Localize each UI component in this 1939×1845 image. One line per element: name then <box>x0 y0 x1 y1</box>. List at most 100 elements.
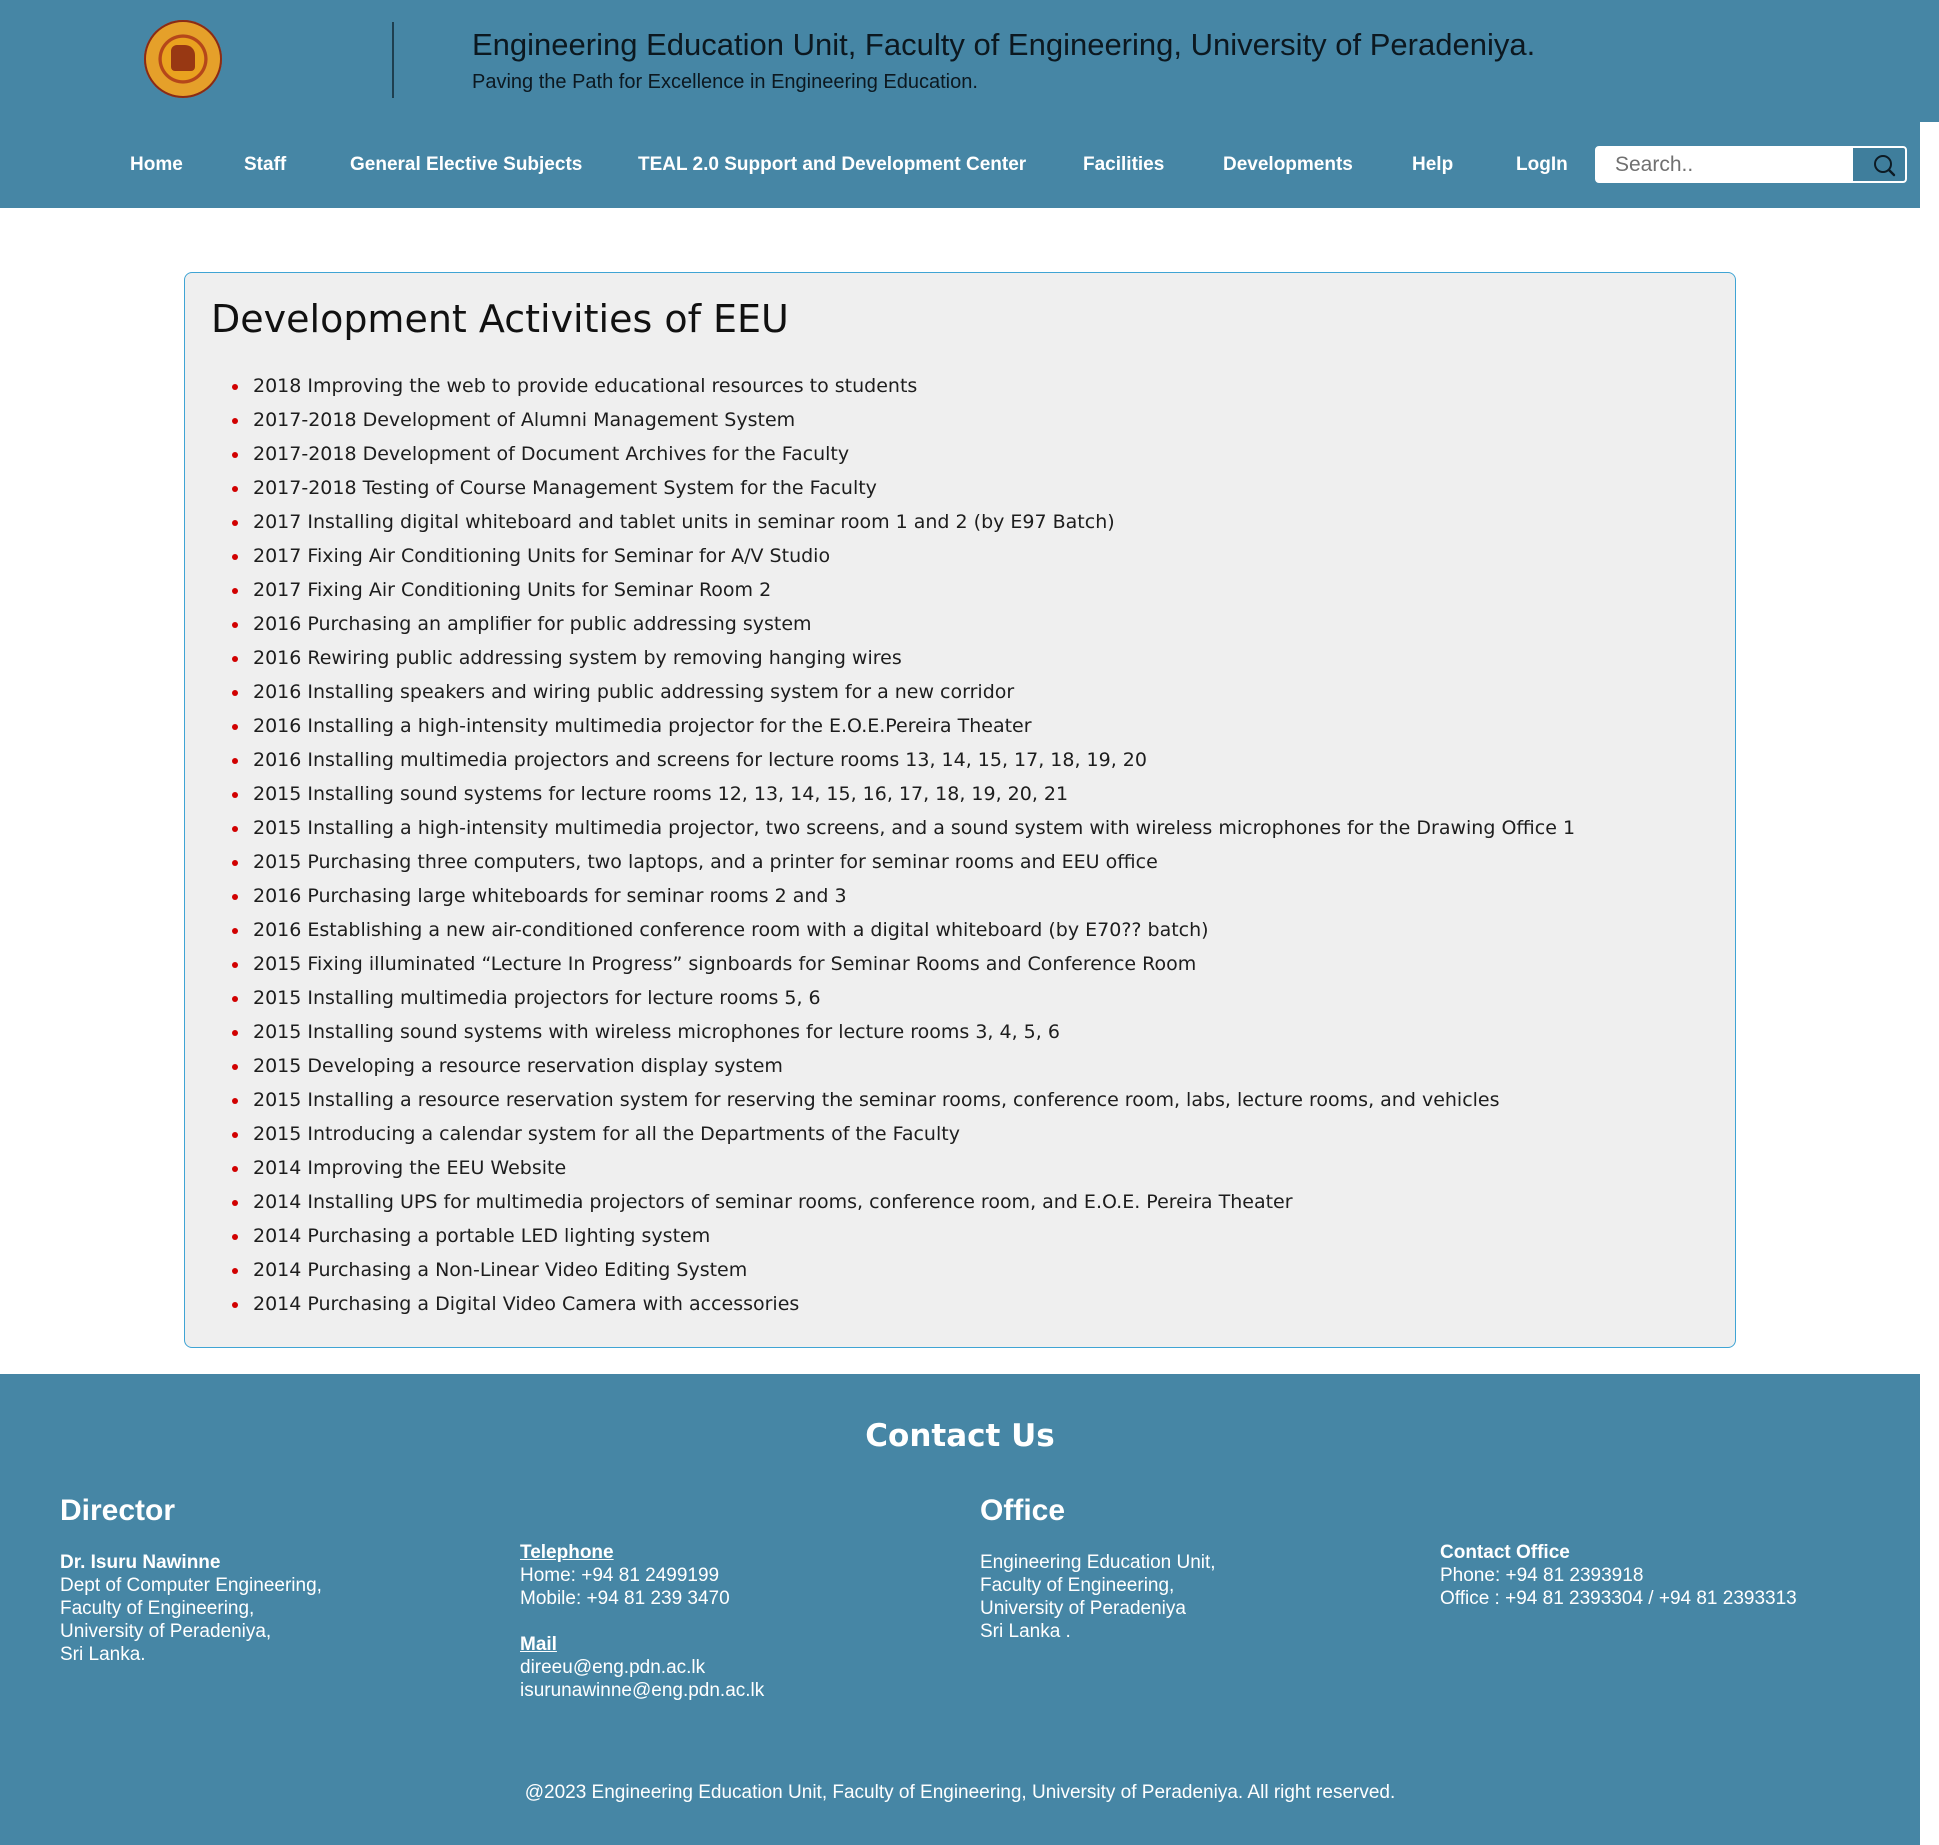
bullet-icon <box>232 588 238 594</box>
activity-list-item: 2014 Purchasing a Digital Video Camera w… <box>211 1287 1575 1321</box>
header-edge-strip <box>1920 0 1939 122</box>
activity-list-item: 2016 Purchasing an amplifier for public … <box>211 607 1575 641</box>
activity-text: 2015 Fixing illuminated “Lecture In Prog… <box>253 953 1197 975</box>
telephone-label: Telephone <box>520 1542 614 1563</box>
activity-text: 2014 Improving the EEU Website <box>253 1157 567 1179</box>
bullet-icon <box>232 690 238 696</box>
activity-list-item: 2016 Purchasing large whiteboards for se… <box>211 879 1575 913</box>
site-title: Engineering Education Unit, Faculty of E… <box>472 27 1536 62</box>
activity-text: 2016 Purchasing large whiteboards for se… <box>253 885 847 907</box>
activity-list-item: 2015 Installing sound systems with wirel… <box>211 1015 1575 1049</box>
site-footer: Contact Us Director Dr. Isuru Nawinne De… <box>0 1374 1920 1845</box>
copyright-notice: @2023 Engineering Education Unit, Facult… <box>524 1782 1396 1803</box>
search-box <box>1595 146 1907 183</box>
activity-text: 2016 Installing multimedia projectors an… <box>253 749 1147 771</box>
activity-text: 2014 Purchasing a Digital Video Camera w… <box>253 1293 800 1315</box>
header-divider <box>392 22 394 98</box>
bullet-icon <box>232 622 238 628</box>
activity-list-item: 2014 Improving the EEU Website <box>211 1151 1575 1185</box>
activity-text: 2017 Fixing Air Conditioning Units for S… <box>253 545 831 567</box>
activity-text: 2017-2018 Development of Alumni Manageme… <box>253 409 796 431</box>
activity-list-item: 2017 Installing digital whiteboard and t… <box>211 505 1575 539</box>
bullet-icon <box>232 826 238 832</box>
activity-text: 2016 Purchasing an amplifier for public … <box>253 613 812 635</box>
search-button[interactable] <box>1853 148 1905 181</box>
page-title: Development Activities of EEU <box>211 297 789 341</box>
director-address-line: Dept of Computer Engineering, <box>60 1575 322 1596</box>
bullet-icon <box>232 1302 238 1308</box>
activity-list-item: 2015 Installing multimedia projectors fo… <box>211 981 1575 1015</box>
bullet-icon <box>232 384 238 390</box>
bullet-icon <box>232 1234 238 1240</box>
bullet-icon <box>232 520 238 526</box>
site-tagline: Paving the Path for Excellence in Engine… <box>472 71 978 93</box>
activity-list-item: 2016 Installing a high-intensity multime… <box>211 709 1575 743</box>
activity-text: 2015 Introducing a calendar system for a… <box>253 1123 960 1145</box>
bullet-icon <box>232 1200 238 1206</box>
nav-item-staff[interactable]: Staff <box>244 154 286 176</box>
activity-text: 2018 Improving the web to provide educat… <box>253 375 918 397</box>
nav-item-login[interactable]: LogIn <box>1516 154 1568 176</box>
director-address-line: University of Peradeniya, <box>60 1621 272 1642</box>
activity-list-item: 2018 Improving the web to provide educat… <box>211 369 1575 403</box>
bullet-icon <box>232 656 238 662</box>
nav-item-facilities[interactable]: Facilities <box>1083 154 1164 176</box>
bullet-icon <box>232 860 238 866</box>
activity-list-item: 2017-2018 Development of Document Archiv… <box>211 437 1575 471</box>
bullet-icon <box>232 452 238 458</box>
activity-text: 2016 Establishing a new air-conditioned … <box>253 919 1209 941</box>
activity-text: 2015 Installing sound systems for lectur… <box>253 783 1069 805</box>
activity-text: 2016 Installing a high-intensity multime… <box>253 715 1032 737</box>
activity-list-item: 2014 Purchasing a portable LED lighting … <box>211 1219 1575 1253</box>
bullet-icon <box>232 1030 238 1036</box>
activity-list: 2018 Improving the web to provide educat… <box>211 369 1575 1321</box>
bullet-icon <box>232 554 238 560</box>
director-home-phone: Home: +94 81 2499199 <box>520 1565 720 1586</box>
nav-item-help[interactable]: Help <box>1412 154 1453 176</box>
activity-list-item: 2017 Fixing Air Conditioning Units for S… <box>211 539 1575 573</box>
activity-list-item: 2014 Installing UPS for multimedia proje… <box>211 1185 1575 1219</box>
bullet-icon <box>232 1064 238 1070</box>
activity-text: 2017-2018 Development of Document Archiv… <box>253 443 850 465</box>
bullet-icon <box>232 894 238 900</box>
activity-list-item: 2015 Fixing illuminated “Lecture In Prog… <box>211 947 1575 981</box>
bullet-icon <box>232 1268 238 1274</box>
search-input[interactable] <box>1597 148 1852 181</box>
site-header: Engineering Education Unit, Faculty of E… <box>0 0 1920 208</box>
office-address-line: Engineering Education Unit, <box>980 1552 1216 1573</box>
activity-list-item: 2016 Rewiring public addressing system b… <box>211 641 1575 675</box>
office-address-line: University of Peradeniya <box>980 1598 1186 1619</box>
crest-emblem-icon <box>171 45 195 71</box>
university-logo[interactable] <box>144 20 222 98</box>
director-mobile-phone: Mobile: +94 81 239 3470 <box>520 1588 730 1609</box>
bullet-icon <box>232 418 238 424</box>
director-address-line: Sri Lanka. <box>60 1644 146 1665</box>
activity-text: 2014 Purchasing a Non-Linear Video Editi… <box>253 1259 748 1281</box>
office-address-line: Sri Lanka . <box>980 1621 1071 1642</box>
activity-list-item: 2015 Purchasing three computers, two lap… <box>211 845 1575 879</box>
activity-list-item: 2015 Installing a resource reservation s… <box>211 1083 1575 1117</box>
director-email-link[interactable]: isurunawinne@eng.pdn.ac.lk <box>520 1680 764 1702</box>
contact-heading: Contact Us <box>865 1418 1055 1454</box>
activity-list-item: 2017-2018 Development of Alumni Manageme… <box>211 403 1575 437</box>
activity-text: 2016 Rewiring public addressing system b… <box>253 647 902 669</box>
activity-list-item: 2016 Installing multimedia projectors an… <box>211 743 1575 777</box>
activity-text: 2015 Purchasing three computers, two lap… <box>253 851 1158 873</box>
director-email-link[interactable]: direeu@eng.pdn.ac.lk <box>520 1657 705 1679</box>
mail-label: Mail <box>520 1634 557 1655</box>
activity-text: 2017 Fixing Air Conditioning Units for S… <box>253 579 772 601</box>
activity-text: 2014 Purchasing a portable LED lighting … <box>253 1225 711 1247</box>
nav-item-home[interactable]: Home <box>130 154 183 176</box>
activity-text: 2015 Developing a resource reservation d… <box>253 1055 783 1077</box>
contact-office-label: Contact Office <box>1440 1542 1570 1563</box>
nav-item-teal-center[interactable]: TEAL 2.0 Support and Development Center <box>638 154 1026 176</box>
bullet-icon <box>232 1166 238 1172</box>
activity-list-item: 2015 Installing a high-intensity multime… <box>211 811 1575 845</box>
nav-item-developments[interactable]: Developments <box>1223 154 1353 176</box>
activity-list-item: 2015 Introducing a calendar system for a… <box>211 1117 1575 1151</box>
bullet-icon <box>232 758 238 764</box>
activity-list-item: 2016 Installing speakers and wiring publ… <box>211 675 1575 709</box>
nav-item-general-elective-subjects[interactable]: General Elective Subjects <box>350 154 582 176</box>
bullet-icon <box>232 1132 238 1138</box>
director-heading: Director <box>60 1494 176 1527</box>
